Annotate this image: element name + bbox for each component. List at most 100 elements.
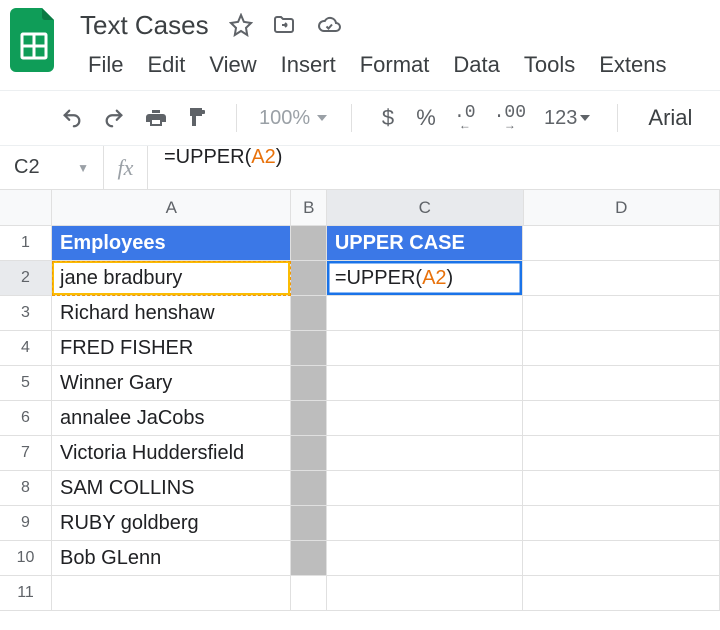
cell-C11[interactable] [327, 576, 524, 611]
cell-B6[interactable] [291, 401, 326, 436]
arrow-right-icon: → [506, 121, 513, 132]
cell-A4[interactable]: FRED FISHER [52, 331, 291, 366]
cell-C4[interactable] [327, 331, 524, 366]
cell-B5[interactable] [291, 366, 326, 401]
paint-format-button[interactable] [182, 102, 214, 134]
cell-B3[interactable] [291, 296, 326, 331]
cell-A8[interactable]: SAM COLLINS [52, 471, 291, 506]
arrow-left-icon: ← [461, 121, 468, 132]
cell-C5[interactable] [327, 366, 524, 401]
menu-edit[interactable]: Edit [137, 48, 195, 82]
cell-A10[interactable]: Bob GLenn [52, 541, 291, 576]
menu-file[interactable]: File [78, 48, 133, 82]
cell-D2[interactable] [523, 261, 720, 296]
row-header-1[interactable]: 1 [0, 226, 52, 261]
cell-B11[interactable] [291, 576, 326, 611]
increase-decimals-button[interactable]: .00 → [490, 102, 530, 134]
formula-suffix: ) [276, 146, 283, 168]
cell-D10[interactable] [523, 541, 720, 576]
cell-C6[interactable] [327, 401, 524, 436]
document-title[interactable]: Text Cases [78, 10, 211, 41]
menu-tools[interactable]: Tools [514, 48, 585, 82]
row-header-10[interactable]: 10 [0, 541, 52, 576]
cell-A9[interactable]: RUBY goldberg [52, 506, 291, 541]
number-format-dropdown[interactable]: 123 [540, 102, 595, 134]
cell-C2[interactable]: =UPPER(A2) [327, 261, 524, 296]
select-all-corner[interactable] [0, 190, 52, 226]
percent-button[interactable]: % [412, 102, 440, 134]
row-header-5[interactable]: 5 [0, 366, 52, 401]
fx-icon: fx [104, 146, 148, 189]
cell-A1[interactable]: Employees [52, 226, 291, 261]
chevron-down-icon: ▼ [77, 161, 89, 175]
cell-B9[interactable] [291, 506, 326, 541]
name-box-value: C2 [14, 156, 40, 179]
title-bar: Text Cases File Edit View Insert Format … [0, 0, 720, 90]
formula-ref: A2 [251, 146, 275, 168]
cell-A2[interactable]: jane bradbury [52, 261, 291, 296]
row-header-9[interactable]: 9 [0, 506, 52, 541]
cell-D5[interactable] [523, 366, 720, 401]
move-folder-icon[interactable] [271, 13, 297, 37]
menu-data[interactable]: Data [443, 48, 509, 82]
row-header-11[interactable]: 11 [0, 576, 52, 611]
cell-C1[interactable]: UPPER CASE [327, 226, 524, 261]
cell-C8[interactable] [327, 471, 524, 506]
cell-C10[interactable] [327, 541, 524, 576]
zoom-dropdown[interactable]: 100% [259, 107, 329, 130]
cell-D1[interactable] [523, 226, 720, 261]
row-header-4[interactable]: 4 [0, 331, 52, 366]
row-header-3[interactable]: 3 [0, 296, 52, 331]
spreadsheet-grid: 1 2 3 4 5 6 7 8 9 10 11 A B C D Employee… [0, 190, 720, 611]
cell-A6[interactable]: annalee JaCobs [52, 401, 291, 436]
cell-B1[interactable] [291, 226, 326, 261]
decrease-decimals-button[interactable]: .0 ← [450, 102, 480, 134]
cell-C7[interactable] [327, 436, 524, 471]
row-header-7[interactable]: 7 [0, 436, 52, 471]
cell-A7[interactable]: Victoria Huddersfield [52, 436, 291, 471]
chevron-down-icon [316, 107, 328, 130]
cell-C3[interactable] [327, 296, 524, 331]
cell-D6[interactable] [523, 401, 720, 436]
redo-button[interactable] [98, 102, 130, 134]
row-header-2[interactable]: 2 [0, 261, 52, 296]
row-header-6[interactable]: 6 [0, 401, 52, 436]
cell-A5[interactable]: Winner Gary [52, 366, 291, 401]
toolbar-separator [617, 104, 618, 132]
cell-D3[interactable] [523, 296, 720, 331]
sheets-app-icon[interactable] [8, 8, 60, 72]
zoom-value: 100% [259, 107, 310, 130]
cell-D7[interactable] [523, 436, 720, 471]
cell-B4[interactable] [291, 331, 326, 366]
cell-D9[interactable] [523, 506, 720, 541]
font-family-dropdown[interactable]: Arial [640, 105, 700, 131]
cell-A3[interactable]: Richard henshaw [52, 296, 291, 331]
cell-B2[interactable] [291, 261, 326, 296]
cell-D4[interactable] [523, 331, 720, 366]
col-header-A[interactable]: A [52, 190, 291, 226]
cell-B8[interactable] [291, 471, 326, 506]
menu-view[interactable]: View [199, 48, 266, 82]
toolbar-separator [236, 104, 237, 132]
cell-B7[interactable] [291, 436, 326, 471]
cell-B10[interactable] [291, 541, 326, 576]
row-header-8[interactable]: 8 [0, 471, 52, 506]
menu-extensions[interactable]: Extens [589, 48, 676, 82]
print-button[interactable] [140, 102, 172, 134]
formula-bar[interactable]: =UPPER(A2) [148, 146, 720, 189]
currency-button[interactable]: $ [374, 102, 402, 134]
undo-button[interactable] [56, 102, 88, 134]
cloud-status-icon[interactable] [315, 13, 343, 37]
col-header-B[interactable]: B [291, 190, 327, 226]
star-icon[interactable] [229, 13, 253, 37]
cell-D8[interactable] [523, 471, 720, 506]
cell-C9[interactable] [327, 506, 524, 541]
menu-insert[interactable]: Insert [271, 48, 346, 82]
col-header-D[interactable]: D [524, 190, 720, 226]
col-header-C[interactable]: C [327, 190, 523, 226]
menu-format[interactable]: Format [350, 48, 440, 82]
name-box[interactable]: C2 ▼ [0, 146, 104, 189]
formula-prefix: =UPPER( [335, 267, 422, 290]
cell-A11[interactable] [52, 576, 291, 611]
cell-D11[interactable] [523, 576, 720, 611]
